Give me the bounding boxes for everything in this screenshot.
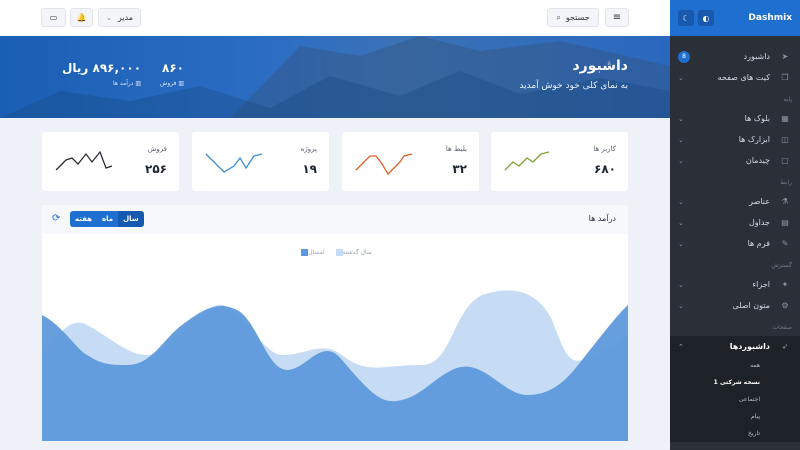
sidebar-item-main-texts[interactable]: ⚙ متون اصلی ⌄ [670,295,800,316]
sidebar-item-components[interactable]: ✦ اجزاء ⌄ [670,274,800,295]
paper-plane-icon: ➤ [781,52,789,61]
sparkline [55,150,113,171]
menu-button[interactable]: ≡ [605,8,629,27]
dark-mode-icon[interactable]: ☾ [678,10,694,26]
revenue-area-chart [42,290,628,441]
chevron-down-icon: ⌄ [678,280,684,289]
chevron-down-icon: ⌄ [678,301,684,310]
copy-icon: ❐ [781,73,789,82]
submenu-item-all[interactable]: همه [670,357,800,374]
square-icon: ▢ [781,156,789,165]
chevron-down-icon: ⌄ [678,239,684,248]
rocket-icon: ➶ [781,342,789,351]
user-dropdown[interactable]: ⌄ مدیر [98,8,141,27]
layout-toggle-button[interactable]: ▭ [41,8,66,27]
page-subtitle: به نمای کلی خود خوش آمدید [519,81,628,91]
sidebar-item-tables[interactable]: ▤ جداول ⌄ [670,212,800,233]
chevron-down-icon: ⌄ [678,73,684,82]
chevron-down-icon: ⌄ [678,156,684,165]
hero-banner: داشبورد به نمای کلی خود خوش آمدید ۸۶۰ ▥ … [0,36,670,118]
sidebar-toggle-icon: ▭ [49,13,58,22]
sidebar-item-dashboards[interactable]: ➶ داشبوردها ⌃ [670,336,800,357]
edit-icon: ✎ [781,239,789,248]
wrench-icon: ✦ [781,280,789,289]
sidebar-item-dashboard[interactable]: ➤ داشبورد 8 [670,46,800,67]
search-icon: ⌕ [556,12,561,22]
grid-icon: ▦ [781,114,789,123]
brand-logo[interactable]: Dashmix [748,13,792,23]
sparkline [504,151,550,171]
submenu-item-message[interactable]: پیام [670,408,800,425]
top-header: ▭ 🔔 ⌄ مدیر ⌕ جستجو ≡ [0,0,670,36]
submenu-item-corporate[interactable]: نسخه شرکتی 1 [670,374,800,391]
notification-badge: 8 [678,50,690,63]
stat-card-users[interactable]: کاربر ها ۶۸۰ [491,132,628,191]
hamburger-icon: ≡ [612,12,622,23]
chevron-down-icon: ⌄ [678,135,684,144]
bell-icon: 🔔 [76,13,87,22]
sidebar-section-title: گسترش [771,262,792,269]
sidebar-item-blocks[interactable]: ▦ بلوک ها ⌄ [670,108,800,129]
chevron-up-icon: ⌃ [678,342,684,351]
table-icon: ▤ [781,218,789,227]
sidebar-item-page-kits[interactable]: ❐ کیت های صفحه ⌄ [670,67,800,88]
widget-icon: ◫ [781,135,789,144]
sidebar: ☾ ◐ Dashmix ➤ داشبورد 8 ❐ کیت های صفحه ⌄… [670,0,800,450]
submenu-item-social[interactable]: اجتماعی [670,391,800,408]
sidebar-section-title: رابط [780,179,792,186]
hero-stat-revenue: ۸۹۶,۰۰۰ ریال ▥ درآمد ها [62,61,142,87]
revenue-panel: درآمد ها هفته ماه سال ⟳ امسال سال گذشته [42,205,628,441]
sidebar-item-widgets[interactable]: ◫ ابزارک ها ⌄ [670,129,800,150]
chevron-down-icon: ⌄ [678,218,684,227]
chart-icon: ▥ [176,80,184,87]
sidebar-item-forms[interactable]: ✎ فرم ها ⌄ [670,233,800,254]
sparkline [355,153,413,176]
chevron-down-icon: ⌄ [678,197,684,206]
chart-icon: ▥ [133,80,142,87]
sidebar-section-title: پایه [783,96,792,103]
chevron-down-icon: ⌄ [678,114,684,123]
toggle-icon[interactable]: ◐ [698,10,714,26]
stat-card-projects[interactable]: پروژه ۱۹ [192,132,329,191]
flask-icon: ⚗ [781,197,789,206]
sidebar-item-elements[interactable]: ⚗ عناصر ⌄ [670,191,800,212]
search-button[interactable]: ⌕ جستجو [547,8,599,27]
hero-stat-sales: ۸۶۰ ▥ فروش [160,61,184,87]
chevron-down-icon: ⌄ [106,13,112,22]
stat-card-sales[interactable]: فروش ۲۵۶ [42,132,179,191]
sidebar-header: ☾ ◐ Dashmix [670,0,800,36]
gear-icon: ⚙ [781,301,789,310]
sidebar-section-title: صفحات [772,324,792,331]
sidebar-item-layout[interactable]: ▢ چیدمان ⌄ [670,150,800,171]
sparkline [205,153,263,173]
stat-card-tickets[interactable]: بلیط ها ۳۲ [342,132,479,191]
submenu-item-date[interactable]: تاریخ [670,425,800,442]
page-title: داشبورد [572,58,629,74]
notifications-button[interactable]: 🔔 [70,8,93,27]
